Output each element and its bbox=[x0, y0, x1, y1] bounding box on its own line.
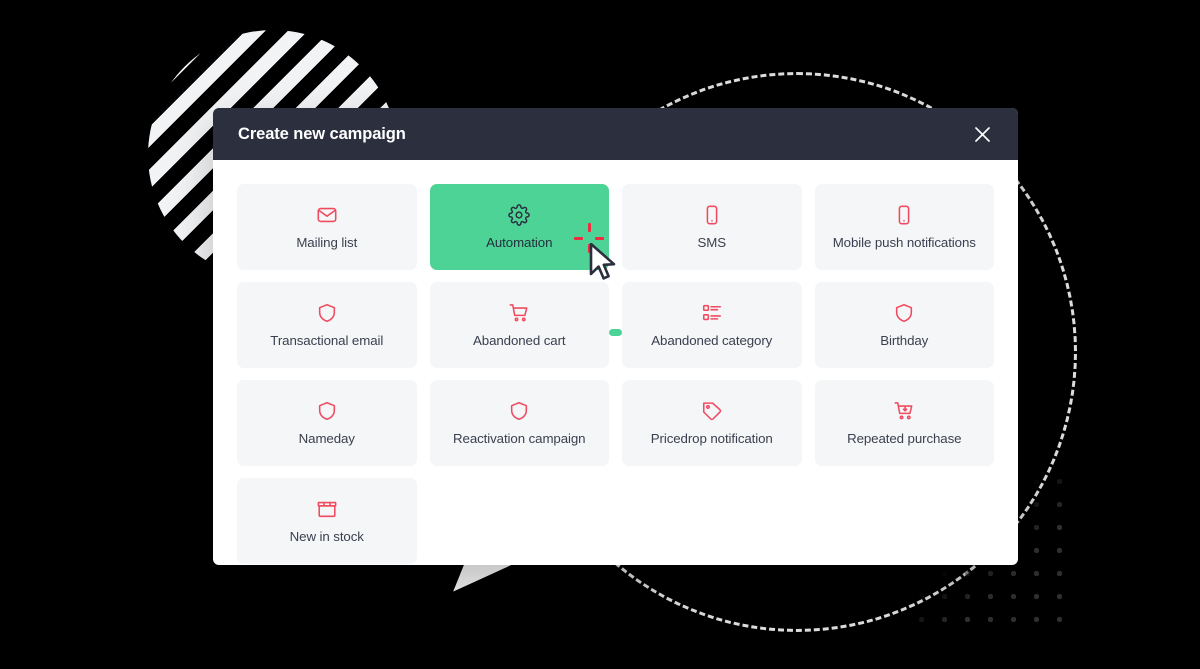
campaign-card-repeated-purchase[interactable]: Repeated purchase bbox=[814, 380, 994, 466]
list-icon bbox=[701, 302, 723, 324]
envelope-icon bbox=[316, 204, 338, 226]
campaign-card-label: SMS bbox=[697, 235, 726, 250]
cart-add-icon bbox=[893, 400, 915, 422]
shield-icon bbox=[316, 400, 338, 422]
campaign-card-label: Birthday bbox=[880, 333, 929, 348]
campaign-card-sms[interactable]: SMS bbox=[622, 184, 802, 270]
green-pill-decoration bbox=[609, 329, 622, 336]
campaign-card-label: Pricedrop notification bbox=[650, 431, 773, 446]
campaign-card-mobile-push-notifications[interactable]: Mobile push notifications bbox=[814, 184, 994, 270]
campaign-card-pricedrop-notification[interactable]: Pricedrop notification bbox=[622, 380, 802, 466]
campaign-card-label: Mobile push notifications bbox=[832, 235, 976, 250]
dialog-header: Create new campaign bbox=[213, 108, 1018, 160]
shield-icon bbox=[508, 400, 530, 422]
campaign-card-label: Automation bbox=[486, 235, 553, 250]
create-campaign-dialog: Create new campaign Mailing list Automat… bbox=[213, 108, 1018, 565]
mouse-cursor bbox=[589, 243, 616, 280]
campaign-card-label: Reactivation campaign bbox=[453, 431, 586, 446]
campaign-card-abandoned-category[interactable]: Abandoned category bbox=[622, 282, 802, 368]
campaign-card-label: Nameday bbox=[298, 431, 355, 446]
campaign-card-birthday[interactable]: Birthday bbox=[814, 282, 994, 368]
dialog-title: Create new campaign bbox=[238, 124, 406, 143]
campaign-card-label: Abandoned cart bbox=[473, 333, 566, 348]
campaign-card-nameday[interactable]: Nameday bbox=[237, 380, 417, 466]
campaign-card-label: Abandoned category bbox=[651, 333, 773, 348]
close-icon[interactable] bbox=[968, 120, 996, 148]
shield-icon bbox=[316, 302, 338, 324]
shield-icon bbox=[893, 302, 915, 324]
smartphone-icon bbox=[701, 204, 723, 226]
dialog-body: Mailing list Automation SMS Mobile push … bbox=[213, 160, 1018, 565]
campaign-card-abandoned-cart[interactable]: Abandoned cart bbox=[429, 282, 609, 368]
gear-icon bbox=[508, 204, 531, 226]
campaign-card-label: Transactional email bbox=[270, 333, 384, 348]
campaign-type-grid: Mailing list Automation SMS Mobile push … bbox=[237, 184, 994, 564]
cart-icon bbox=[508, 302, 530, 324]
price-tag-icon bbox=[701, 400, 723, 422]
campaign-card-label: Mailing list bbox=[296, 235, 358, 250]
campaign-card-label: New in stock bbox=[289, 529, 364, 544]
campaign-card-mailing-list[interactable]: Mailing list bbox=[237, 184, 417, 270]
smartphone-icon bbox=[893, 204, 915, 226]
screenshot-stage: Create new campaign Mailing list Automat… bbox=[0, 0, 1200, 669]
campaign-card-label: Repeated purchase bbox=[847, 431, 962, 446]
box-icon bbox=[316, 498, 338, 520]
campaign-card-reactivation-campaign[interactable]: Reactivation campaign bbox=[429, 380, 609, 466]
campaign-card-transactional-email[interactable]: Transactional email bbox=[237, 282, 417, 368]
campaign-card-new-in-stock[interactable]: New in stock bbox=[237, 478, 417, 564]
